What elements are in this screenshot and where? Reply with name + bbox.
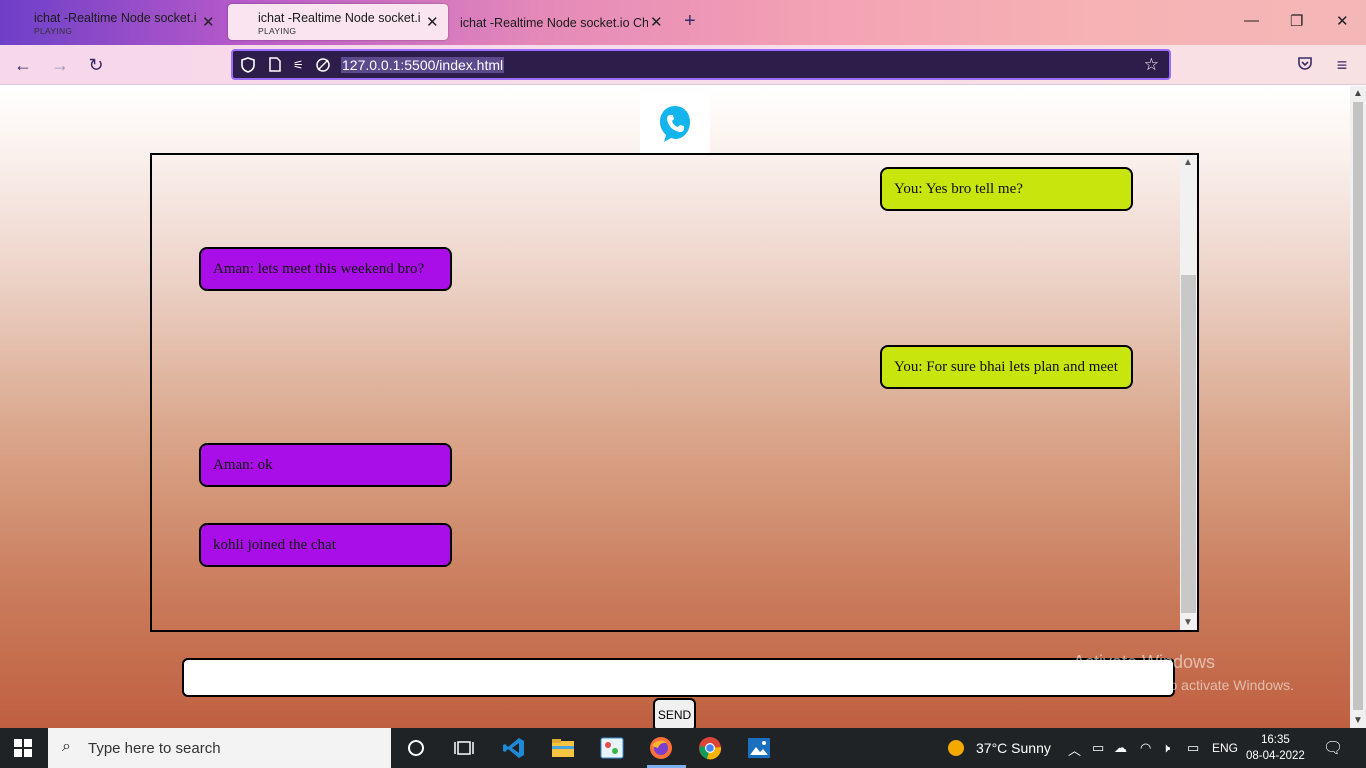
weather-sun-icon[interactable] <box>942 734 970 762</box>
clock-time: 16:35 <box>1261 734 1290 746</box>
page-icon[interactable] <box>269 57 281 75</box>
activate-windows-watermark: Activate Windows Go to Settings to activ… <box>1073 652 1294 693</box>
restore-icon[interactable]: ❐ <box>1290 12 1303 30</box>
send-button[interactable]: SEND <box>653 698 696 728</box>
file-explorer-icon[interactable] <box>549 734 577 762</box>
photos-icon[interactable] <box>745 734 773 762</box>
address-bar[interactable]: ⚟ 127.0.0.1:5500/index.html ☆ <box>231 49 1171 80</box>
tab-3-close-icon[interactable]: ✕ <box>650 13 663 31</box>
reload-icon[interactable]: ↻ <box>85 54 107 76</box>
permissions-icon[interactable]: ⚟ <box>293 58 304 72</box>
phone-chat-logo-icon <box>660 106 690 142</box>
taskbar-clock[interactable]: 16:35 08-04-2022 <box>1246 732 1305 764</box>
tracking-off-icon[interactable] <box>315 57 331 76</box>
back-icon[interactable]: ← <box>12 54 34 76</box>
message-right: You: Yes bro tell me? <box>880 167 1133 211</box>
tab-2-title: ichat -Realtime Node socket.io <box>258 11 420 25</box>
meet-now-icon[interactable]: ▭ <box>1092 740 1104 756</box>
tab-2[interactable]: ichat -Realtime Node socket.io PLAYING ✕ <box>228 4 448 40</box>
message-input[interactable] <box>182 658 1175 697</box>
cortana-icon[interactable] <box>402 734 430 762</box>
tab-1[interactable]: ichat -Realtime Node socket.io PLAYING ✕ <box>4 4 220 40</box>
tab-1-title: ichat -Realtime Node socket.io <box>34 11 196 25</box>
url-text[interactable]: 127.0.0.1:5500/index.html <box>341 57 505 73</box>
browser-nav-bar: ← → ↻ ⚟ 127.0.0.1:5500/index.html ☆ ≡ <box>0 45 1366 85</box>
tab-3[interactable]: ichat -Realtime Node socket.io Chat ✕ <box>430 4 670 40</box>
scroll-down-icon[interactable]: ▼ <box>1183 617 1193 628</box>
app-logo <box>640 94 710 154</box>
page-content: You: Yes bro tell me? Aman: lets meet th… <box>0 86 1350 728</box>
tab-1-playing: PLAYING <box>34 26 73 36</box>
message-left: Aman: lets meet this weekend bro? <box>199 247 452 291</box>
shield-icon[interactable] <box>241 57 255 76</box>
pocket-icon[interactable] <box>1294 54 1316 76</box>
chat-container: You: Yes bro tell me? Aman: lets meet th… <box>150 153 1199 632</box>
minimize-icon[interactable]: — <box>1244 12 1259 29</box>
search-placeholder: Type here to search <box>88 740 221 757</box>
windows-start-icon[interactable] <box>14 739 32 762</box>
bookmark-star-icon[interactable]: ☆ <box>1144 55 1159 75</box>
show-hidden-icons-chevron-up-icon[interactable]: ︿ <box>1068 740 1081 759</box>
task-view-icon[interactable] <box>450 734 478 762</box>
vscode-icon[interactable] <box>500 734 528 762</box>
wifi-icon[interactable]: ◠ <box>1140 740 1151 756</box>
page-scroll-down-icon[interactable]: ▼ <box>1353 715 1363 726</box>
message-left: kohli joined the chat <box>199 523 452 567</box>
weather-text[interactable]: 37°C Sunny <box>976 740 1051 756</box>
page-scrollbar[interactable]: ▲ ▼ <box>1350 86 1366 728</box>
clock-date: 08-04-2022 <box>1246 750 1305 762</box>
search-icon: ⌕ <box>62 738 71 755</box>
browser-tab-bar: ichat -Realtime Node socket.io PLAYING ✕… <box>0 0 1366 45</box>
message-left: Aman: ok <box>199 443 452 487</box>
language-indicator[interactable]: ENG <box>1212 741 1238 755</box>
chrome-icon[interactable] <box>696 734 724 762</box>
tab-3-title: ichat -Realtime Node socket.io Chat <box>460 16 648 30</box>
chat-scrollbar[interactable]: ▲ ▼ <box>1180 155 1197 630</box>
new-tab-icon[interactable]: + <box>684 10 696 33</box>
volume-muted-icon[interactable]: 🕨 <box>1162 740 1170 756</box>
watermark-title: Activate Windows <box>1073 652 1216 672</box>
firefox-icon[interactable] <box>647 734 675 762</box>
onedrive-cloud-icon[interactable]: ☁ <box>1114 740 1127 756</box>
paint-icon[interactable] <box>598 734 626 762</box>
page-scroll-up-icon[interactable]: ▲ <box>1353 88 1363 99</box>
chat-scroll-thumb[interactable] <box>1181 275 1196 613</box>
scroll-up-icon[interactable]: ▲ <box>1183 157 1193 168</box>
tab-2-playing: PLAYING <box>258 26 297 36</box>
battery-icon[interactable]: ▭ <box>1187 740 1199 756</box>
window-close-icon[interactable]: ✕ <box>1336 12 1349 30</box>
tab-1-close-icon[interactable]: ✕ <box>202 13 215 31</box>
menu-icon[interactable]: ≡ <box>1331 54 1353 76</box>
forward-icon[interactable]: → <box>49 54 71 76</box>
windows-taskbar: ⌕ Type here to search 37°C Sunny ︿ ▭ ☁ ◠… <box>0 728 1366 768</box>
taskbar-search[interactable]: ⌕ Type here to search <box>48 728 391 768</box>
page-scroll-thumb[interactable] <box>1353 102 1363 710</box>
message-right: You: For sure bhai lets plan and meet <box>880 345 1133 389</box>
watermark-subtitle: Go to Settings to activate Windows. <box>1073 677 1294 693</box>
notifications-icon[interactable]: 🗨 <box>1323 738 1343 758</box>
